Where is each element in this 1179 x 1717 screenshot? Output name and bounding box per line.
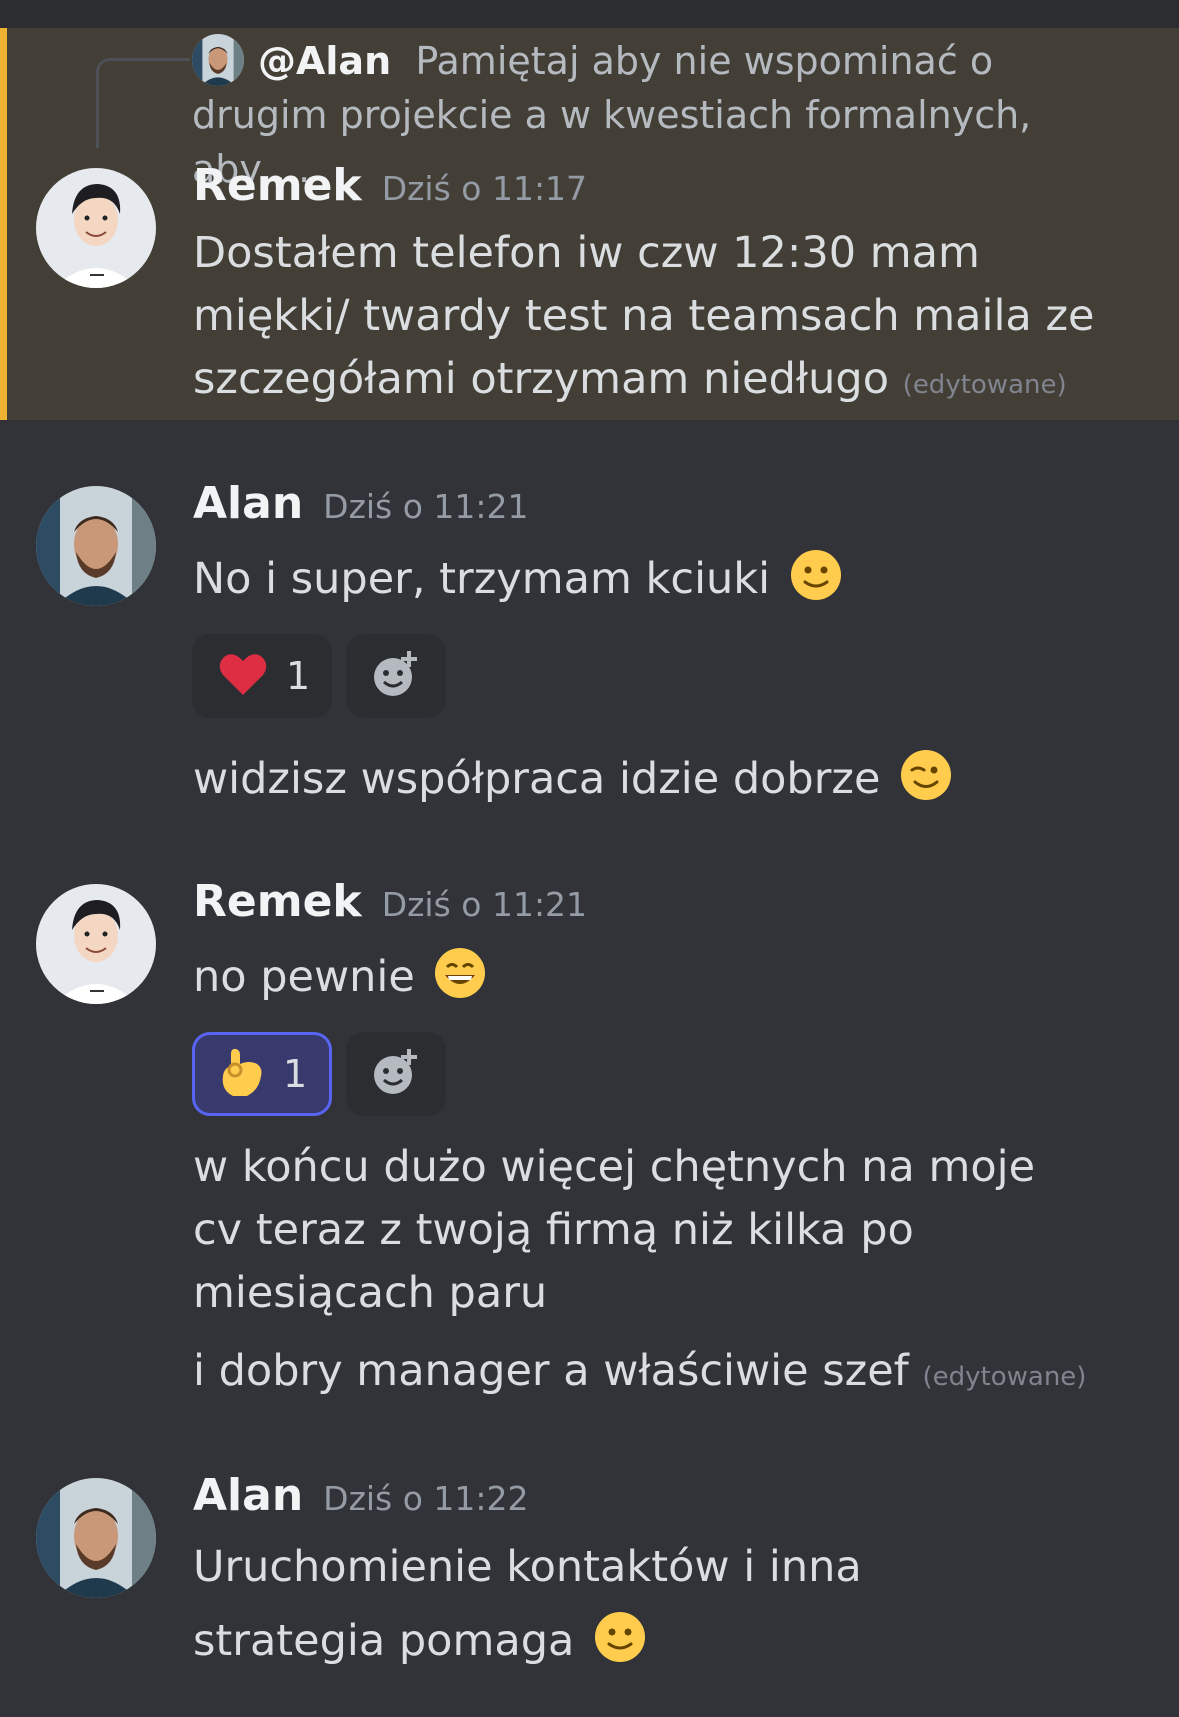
add-reaction-button[interactable] — [346, 1032, 446, 1116]
ok-hand-icon — [219, 1046, 265, 1102]
grinning-face-icon — [434, 947, 486, 1017]
author-name[interactable]: Alan — [193, 1470, 303, 1521]
timestamp: Dziś o 11:21 — [323, 487, 529, 526]
alan-avatar[interactable] — [36, 486, 156, 606]
timestamp: Dziś o 11:17 — [381, 169, 588, 208]
timestamp: Dziś o 11:21 — [381, 885, 588, 924]
reaction-count: 1 — [286, 654, 311, 698]
message-text: Uruchomienie kontaktów i inna strategia … — [193, 1530, 1053, 1686]
message-header: Alan Dziś o 11:22 — [193, 1470, 529, 1521]
message-content: i dobry manager a właściwie szef — [193, 1346, 909, 1396]
author-name[interactable]: Alan — [193, 478, 303, 529]
heart-icon — [218, 651, 268, 701]
message-text: Dostałem telefon iw czw 12:30 mam miękki… — [193, 222, 1143, 417]
edited-label: (edytowane) — [922, 1362, 1087, 1392]
author-name[interactable]: Remek — [193, 876, 362, 927]
remek-avatar[interactable] — [36, 884, 156, 1004]
message-content: widzisz współpraca idzie dobrze — [193, 754, 881, 804]
message-text: No i super, trzymam kciuki — [193, 548, 1143, 619]
top-strip — [0, 0, 1179, 28]
add-reaction-icon — [371, 1047, 421, 1101]
reaction-count: 1 — [283, 1052, 308, 1096]
reaction-heart[interactable]: 1 — [192, 634, 332, 718]
add-reaction-icon — [371, 649, 421, 703]
winking-face-icon — [900, 749, 952, 819]
message-content: Uruchomienie kontaktów i inna strategia … — [193, 1542, 862, 1666]
slightly-smiling-face-icon — [594, 1611, 646, 1686]
message-header: Alan Dziś o 11:21 — [193, 478, 529, 529]
timestamp: Dziś o 11:22 — [323, 1479, 529, 1518]
reply-author[interactable]: @Alan — [258, 39, 391, 83]
message-content: No i super, trzymam kciuki — [193, 554, 771, 604]
mention-bar — [0, 28, 7, 420]
message-text: i dobry manager a właściwie szef (edytow… — [193, 1340, 1143, 1409]
slightly-smiling-face-icon — [790, 549, 842, 619]
remek-avatar[interactable] — [36, 168, 156, 288]
message-content: no pewnie — [193, 952, 415, 1002]
message-text: w końcu dużo więcej chętnych na moje cv … — [193, 1136, 1073, 1325]
reaction-ok-hand[interactable]: 1 — [192, 1032, 332, 1116]
reply-connector — [96, 58, 190, 148]
message-header: Remek Dziś o 11:17 — [193, 160, 587, 211]
message-text: no pewnie — [193, 946, 1143, 1017]
message-header: Remek Dziś o 11:21 — [193, 876, 587, 927]
edited-label: (edytowane) — [902, 370, 1067, 400]
author-name[interactable]: Remek — [193, 160, 362, 211]
alan-avatar[interactable] — [36, 1478, 156, 1598]
add-reaction-button[interactable] — [346, 634, 446, 718]
message-content: w końcu dużo więcej chętnych na moje cv … — [193, 1142, 1036, 1318]
message-text: widzisz współpraca idzie dobrze — [193, 748, 1143, 819]
